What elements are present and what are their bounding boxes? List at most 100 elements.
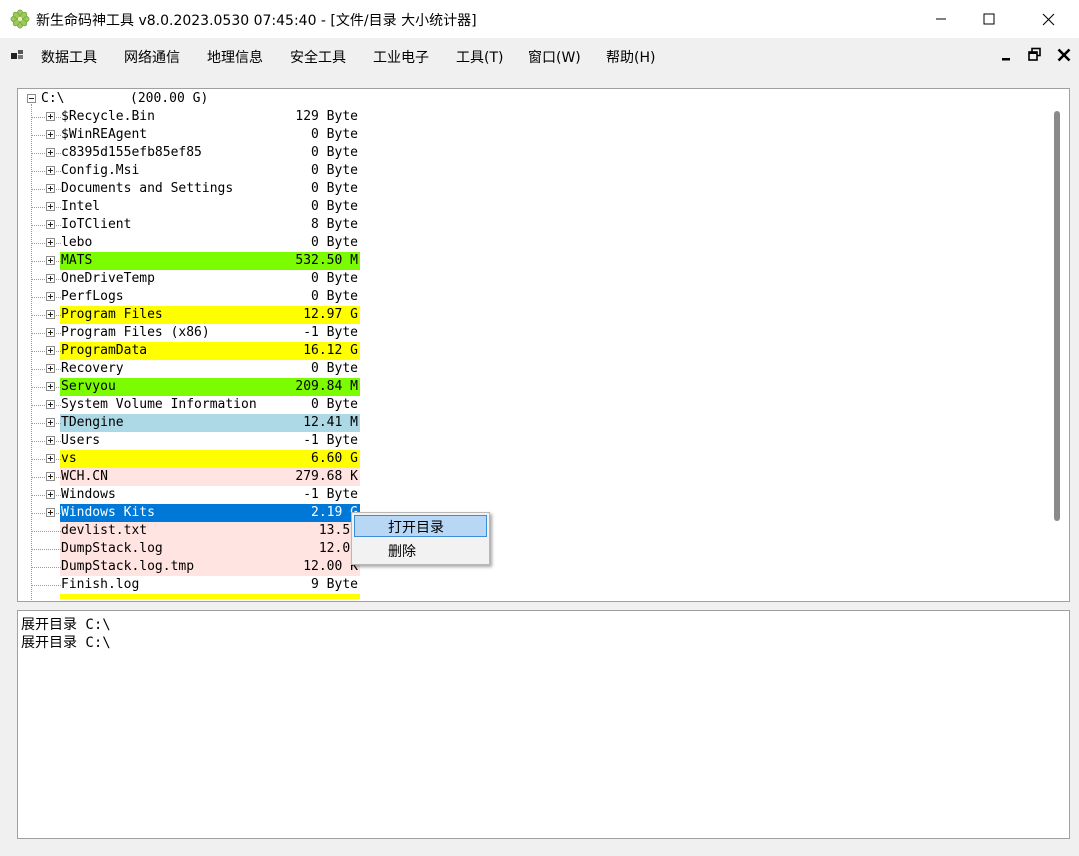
menu-window[interactable]: 窗口(W) xyxy=(528,47,581,67)
maximize-button[interactable] xyxy=(966,0,1012,38)
expand-icon[interactable] xyxy=(46,364,55,373)
menu-network[interactable]: 网络通信 xyxy=(124,47,180,67)
tree-root-size: (200.00 G) xyxy=(130,91,209,106)
tree-dir-row[interactable]: MATS 532.50 M xyxy=(18,252,418,270)
item-size: 209.84 M xyxy=(295,379,358,394)
mdi-close-icon[interactable] xyxy=(1055,46,1073,64)
item-size: 0 Byte xyxy=(311,271,358,286)
tree-dir-row[interactable]: System Volume Information 0 Byte xyxy=(18,396,418,414)
item-size: 0 Byte xyxy=(311,127,358,142)
tree-dir-row[interactable]: Servyou 209.84 M xyxy=(18,378,418,396)
window-title: 新生命码神工具 v8.0.2023.0530 07:45:40 - [文件/目录… xyxy=(36,13,477,29)
expand-icon[interactable] xyxy=(46,454,55,463)
expand-icon[interactable] xyxy=(46,202,55,211)
tree-dir-row[interactable]: $Recycle.Bin 129 Byte xyxy=(18,108,418,126)
item-name: Config.Msi xyxy=(61,163,140,178)
expand-icon[interactable] xyxy=(46,418,55,427)
tree-dir-row[interactable]: ProgramData 16.12 G xyxy=(18,342,418,360)
tree-dir-row[interactable]: PerfLogs 0 Byte xyxy=(18,288,418,306)
tree-dir-row[interactable]: Config.Msi 0 Byte xyxy=(18,162,418,180)
menu-help[interactable]: 帮助(H) xyxy=(606,47,655,67)
item-name: PerfLogs xyxy=(61,289,124,304)
close-button[interactable] xyxy=(1025,0,1071,38)
expand-icon[interactable] xyxy=(46,490,55,499)
tree-dir-row[interactable]: IoTClient 8 Byte xyxy=(18,216,418,234)
item-name: Recovery xyxy=(61,361,124,376)
tree-dir-row[interactable]: vs 6.60 G xyxy=(18,450,418,468)
tree-root-row[interactable]: C:\ (200.00 G) xyxy=(18,90,418,108)
item-size: 0 Byte xyxy=(311,235,358,250)
menu-industrial[interactable]: 工业电子 xyxy=(373,47,429,67)
tree-connector xyxy=(31,549,61,550)
tree-dir-row[interactable]: WCH.CN 279.68 K xyxy=(18,468,418,486)
expand-icon[interactable] xyxy=(46,166,55,175)
item-name: System Volume Information xyxy=(61,397,257,412)
item-size: 532.50 M xyxy=(295,253,358,268)
menu-geo[interactable]: 地理信息 xyxy=(207,47,263,67)
menu-tools[interactable]: 工具(T) xyxy=(456,47,503,67)
item-name: OneDriveTemp xyxy=(61,271,155,286)
expand-icon[interactable] xyxy=(46,238,55,247)
directory-tree[interactable]: C:\ (200.00 G) $Recycle.Bin 129 Byte $WinREA… xyxy=(17,88,1070,602)
expand-icon[interactable] xyxy=(46,256,55,265)
tree-dir-row[interactable]: c8395d155efb85ef85 0 Byte xyxy=(18,144,418,162)
context-open-directory[interactable]: 打开目录 xyxy=(354,515,487,537)
item-size: 129 Byte xyxy=(295,109,358,124)
item-name: lebo xyxy=(61,235,93,250)
item-name: Windows Kits xyxy=(61,505,155,520)
expand-icon[interactable] xyxy=(46,436,55,445)
tree-dir-row[interactable]: OneDriveTemp 0 Byte xyxy=(18,270,418,288)
expand-icon[interactable] xyxy=(46,400,55,409)
menu-bar: 数据工具 网络通信 地理信息 安全工具 工业电子 工具(T) 窗口(W) 帮助(… xyxy=(0,38,1079,72)
collapse-icon[interactable] xyxy=(27,94,36,103)
log-output[interactable]: 展开目录 C:\ 展开目录 C:\ xyxy=(17,610,1070,839)
expand-icon[interactable] xyxy=(46,292,55,301)
expand-icon[interactable] xyxy=(46,148,55,157)
mdi-system-menu-icon[interactable] xyxy=(11,48,25,62)
tree-dir-row[interactable]: $WinREAgent 0 Byte xyxy=(18,126,418,144)
tree-dir-row[interactable]: Windows -1 Byte xyxy=(18,486,418,504)
item-name: Servyou xyxy=(61,379,116,394)
expand-icon[interactable] xyxy=(46,130,55,139)
item-size: 0 Byte xyxy=(311,199,358,214)
menu-security[interactable]: 安全工具 xyxy=(290,47,346,67)
expand-icon[interactable] xyxy=(46,508,55,517)
expand-icon[interactable] xyxy=(46,472,55,481)
item-size: 0 Byte xyxy=(311,289,358,304)
expand-icon[interactable] xyxy=(46,328,55,337)
tree-dir-row[interactable]: lebo 0 Byte xyxy=(18,234,418,252)
expand-icon[interactable] xyxy=(46,220,55,229)
tree-dir-row[interactable]: Documents and Settings 0 Byte xyxy=(18,180,418,198)
item-name: DumpStack.log xyxy=(61,541,163,556)
item-size: 12.97 G xyxy=(303,307,358,322)
item-name: Program Files xyxy=(61,307,163,322)
item-name: devlist.txt xyxy=(61,523,148,538)
tree-dir-row[interactable]: Program Files (x86) -1 Byte xyxy=(18,324,418,342)
close-icon xyxy=(1042,13,1054,25)
item-name: c8395d155efb85ef85 xyxy=(61,145,202,160)
item-name: Users xyxy=(61,433,101,448)
item-size: -1 Byte xyxy=(303,325,358,340)
tree-dir-row[interactable]: Intel 0 Byte xyxy=(18,198,418,216)
expand-icon[interactable] xyxy=(46,184,55,193)
expand-icon[interactable] xyxy=(46,382,55,391)
expand-icon[interactable] xyxy=(46,112,55,121)
tree-dir-row[interactable]: Program Files 12.97 G xyxy=(18,306,418,324)
item-name: TDengine xyxy=(61,415,124,430)
expand-icon[interactable] xyxy=(46,346,55,355)
tree-dir-row[interactable]: Users -1 Byte xyxy=(18,432,418,450)
context-delete[interactable]: 删除 xyxy=(354,539,487,561)
tree-file-row[interactable]: Finish.log 9 Byte xyxy=(18,576,418,594)
tree-dir-row[interactable]: TDengine 12.41 M xyxy=(18,414,418,432)
tree-connector xyxy=(31,531,61,532)
tree-scroll-thumb[interactable] xyxy=(1054,111,1060,521)
minimize-button[interactable] xyxy=(918,0,964,38)
tree-dir-row[interactable]: Recovery 0 Byte xyxy=(18,360,418,378)
expand-icon[interactable] xyxy=(46,310,55,319)
log-line: 展开目录 C:\ xyxy=(21,635,111,651)
expand-icon[interactable] xyxy=(46,274,55,283)
mdi-minimize-icon[interactable] xyxy=(998,46,1016,64)
mdi-restore-icon[interactable] xyxy=(1026,46,1044,64)
menu-data-tools[interactable]: 数据工具 xyxy=(41,47,97,67)
tree-connector xyxy=(31,567,61,568)
